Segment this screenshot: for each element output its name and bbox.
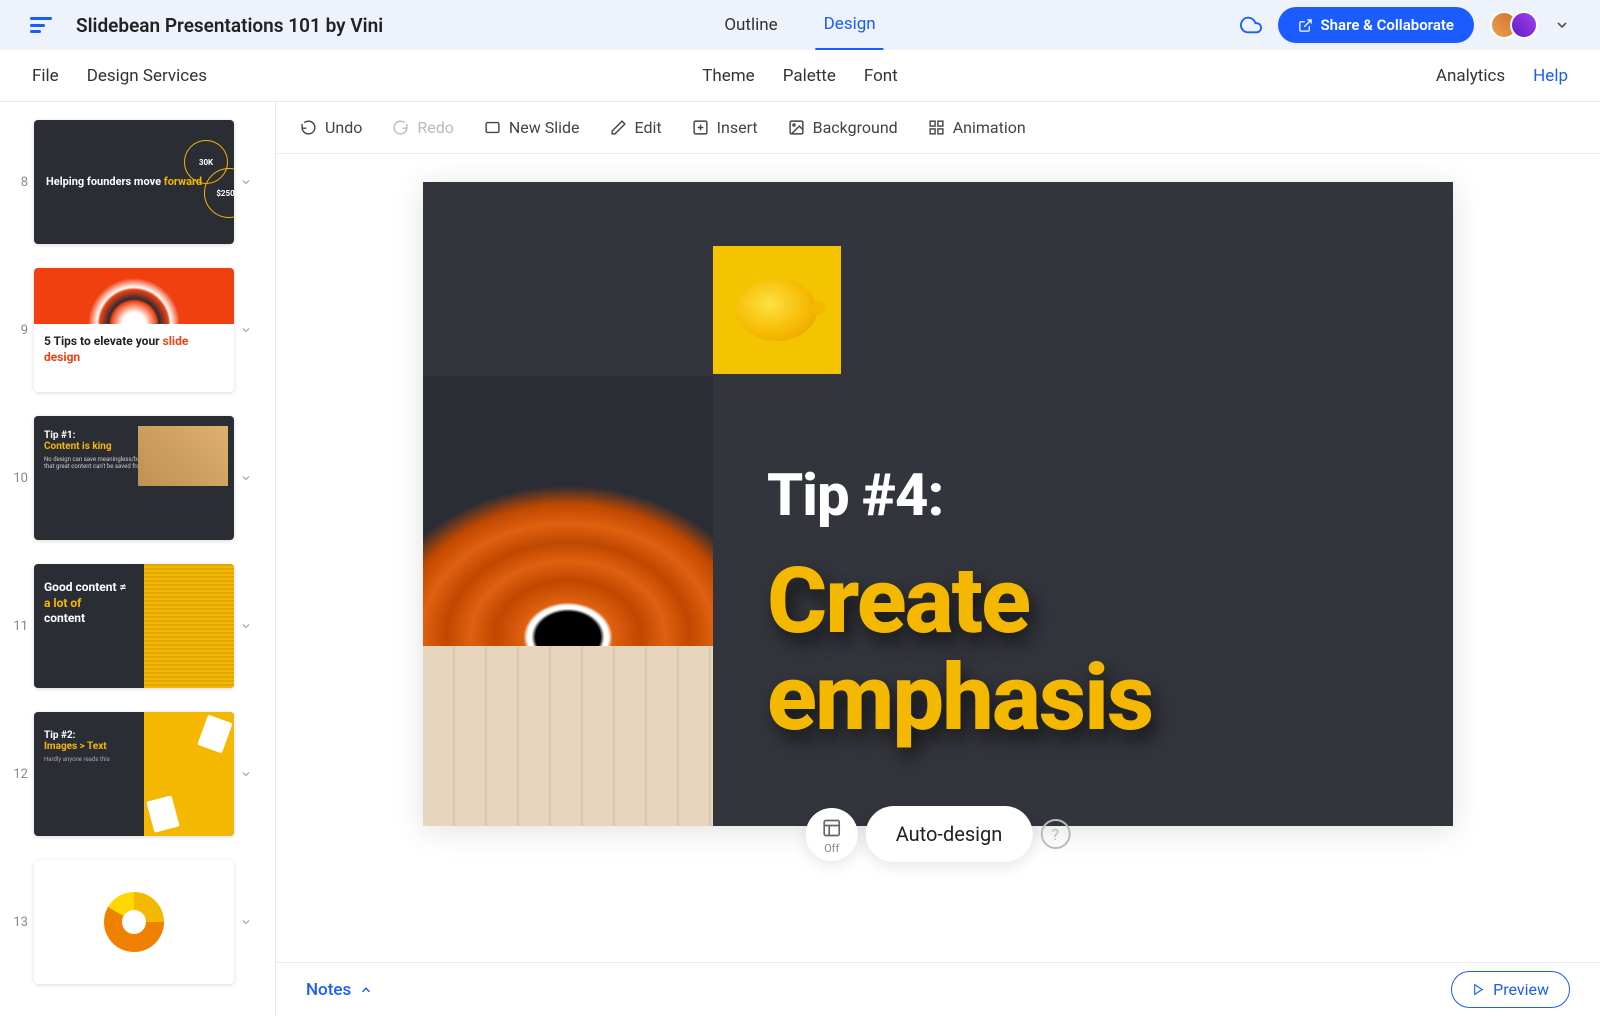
tab-outline[interactable]: Outline [716, 1, 785, 49]
menu-bar: File Design Services Theme Palette Font … [0, 50, 1600, 102]
canvas-area: Undo Redo New Slide Edit Insert Backgrou… [276, 102, 1600, 1016]
chevron-down-icon[interactable] [1554, 17, 1570, 33]
undo-icon [300, 119, 317, 136]
edit-button[interactable]: Edit [610, 118, 662, 137]
slide-thumbnail-8[interactable]: Helping founders move forward 30K $250M [34, 120, 234, 244]
slide-thumbnail-13[interactable] [34, 860, 234, 984]
insert-button[interactable]: Insert [692, 118, 758, 137]
slide-number: 9 [8, 323, 28, 338]
grid-icon [928, 119, 945, 136]
image-icon [788, 119, 805, 136]
menu-theme[interactable]: Theme [702, 66, 754, 86]
new-slide-icon [484, 119, 501, 136]
slide-number: 8 [8, 175, 28, 190]
workspace: 8 Helping founders move forward 30K $250… [0, 102, 1600, 1016]
slide-text-block[interactable]: Tip #4: Createemphasis [767, 462, 1152, 747]
slide-thumbnail-11[interactable]: Good content ≠a lot ofcontent [34, 564, 234, 688]
top-bar: Slidebean Presentations 101 by Vini Outl… [0, 0, 1600, 50]
chevron-up-icon [359, 983, 373, 997]
redo-button[interactable]: Redo [392, 118, 454, 137]
slide-thumbnail-12[interactable]: Tip #2:Images > TextHardly anyone reads … [34, 712, 234, 836]
auto-design-toggle[interactable]: Off [806, 808, 858, 861]
avatar[interactable] [1510, 11, 1538, 39]
menu-file[interactable]: File [32, 66, 59, 86]
slide-panel[interactable]: 8 Helping founders move forward 30K $250… [0, 102, 276, 1016]
canvas-wrap: Tip #4: Createemphasis Off Auto-design ? [276, 154, 1600, 962]
edit-toolbar: Undo Redo New Slide Edit Insert Backgrou… [276, 102, 1600, 154]
slide-number: 10 [8, 471, 28, 486]
chevron-down-icon[interactable] [240, 176, 252, 188]
slide-number: 13 [8, 915, 28, 930]
chevron-down-icon[interactable] [240, 768, 252, 780]
plus-square-icon [692, 119, 709, 136]
tab-design[interactable]: Design [816, 0, 884, 51]
notes-button[interactable]: Notes [306, 980, 373, 1000]
auto-design-button[interactable]: Auto-design [866, 806, 1033, 862]
auto-design-controls: Off Auto-design ? [806, 806, 1071, 862]
menu-analytics[interactable]: Analytics [1436, 66, 1505, 86]
document-title[interactable]: Slidebean Presentations 101 by Vini [76, 14, 383, 37]
slide-image-tunnel[interactable] [423, 376, 713, 826]
new-slide-button[interactable]: New Slide [484, 118, 580, 137]
preview-button[interactable]: Preview [1451, 971, 1570, 1008]
layout-icon [822, 818, 842, 838]
play-icon [1472, 983, 1485, 996]
slide-thumbnail-9[interactable]: 5 Tips to elevate your slide design [34, 268, 234, 392]
slide-number: 12 [8, 767, 28, 782]
slide-image-lemon[interactable] [713, 246, 841, 374]
chevron-down-icon[interactable] [240, 324, 252, 336]
pencil-icon [610, 119, 627, 136]
undo-button[interactable]: Undo [300, 118, 362, 137]
collaborator-avatars[interactable] [1490, 11, 1538, 39]
slide-heading: Tip #4: [767, 462, 1152, 530]
cloud-sync-icon[interactable] [1240, 14, 1262, 36]
slide-canvas[interactable]: Tip #4: Createemphasis [423, 182, 1453, 826]
donut-chart-icon [104, 892, 164, 952]
chevron-down-icon[interactable] [240, 916, 252, 928]
menu-font[interactable]: Font [864, 66, 898, 86]
menu-palette[interactable]: Palette [783, 66, 836, 86]
slide-number: 11 [8, 619, 28, 634]
bottom-bar: Notes Preview [276, 962, 1600, 1016]
animation-button[interactable]: Animation [928, 118, 1026, 137]
menu-help[interactable]: Help [1533, 66, 1568, 86]
share-button[interactable]: Share & Collaborate [1278, 7, 1475, 43]
background-button[interactable]: Background [788, 118, 898, 137]
slide-emphasis-text: Createemphasis [767, 554, 1152, 747]
external-link-icon [1298, 18, 1313, 33]
mode-tabs: Outline Design [716, 0, 883, 51]
share-label: Share & Collaborate [1321, 16, 1455, 34]
redo-icon [392, 119, 409, 136]
chevron-down-icon[interactable] [240, 620, 252, 632]
menu-design-services[interactable]: Design Services [87, 66, 207, 86]
menu-icon[interactable] [30, 17, 52, 33]
slide-thumbnail-10[interactable]: Tip #1: Content is king No design can sa… [34, 416, 234, 540]
help-icon[interactable]: ? [1040, 819, 1070, 849]
chevron-down-icon[interactable] [240, 472, 252, 484]
